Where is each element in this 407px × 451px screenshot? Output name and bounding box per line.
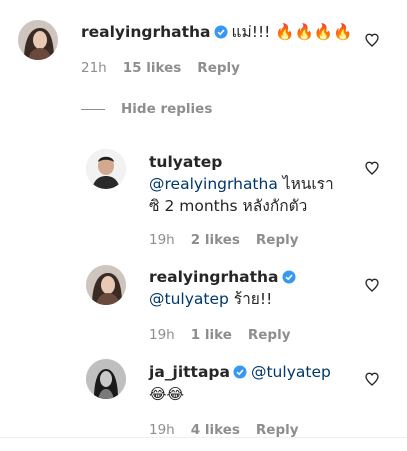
- reply-button[interactable]: Reply: [248, 327, 291, 343]
- reply-meta: 19h 1 like Reply: [149, 327, 307, 343]
- mention-link[interactable]: @tulyatep: [149, 290, 229, 308]
- comment-meta: 21h 15 likes Reply: [81, 60, 256, 76]
- reply-text-block: tulyatep @realyingrhatha ไหนเรา ซิ 2 mon…: [149, 151, 364, 217]
- reply-text-block: ja_jittapa @tulyatep 😂😂: [149, 361, 364, 405]
- likes-count[interactable]: 4 likes: [191, 422, 240, 438]
- comment-text: แม่!!! 🔥🔥🔥🔥: [231, 23, 353, 41]
- timestamp: 19h: [149, 327, 175, 343]
- username-link[interactable]: realyingrhatha: [81, 23, 211, 41]
- divider-line: [81, 108, 105, 110]
- hide-replies-button[interactable]: Hide replies: [81, 101, 212, 117]
- likes-count[interactable]: 2 likes: [191, 232, 240, 248]
- avatar-tulyatep[interactable]: [86, 149, 126, 189]
- mention-link[interactable]: @tulyatep: [251, 363, 331, 381]
- heart-outline-icon[interactable]: [364, 160, 380, 176]
- username-link[interactable]: realyingrhatha: [149, 268, 279, 286]
- mention-link[interactable]: @realyingrhatha: [149, 175, 278, 193]
- timestamp: 19h: [149, 232, 175, 248]
- likes-count[interactable]: 15 likes: [123, 60, 182, 76]
- reply-emoji: 😂😂: [149, 385, 185, 403]
- hide-replies-label[interactable]: Hide replies: [121, 101, 212, 117]
- reply-meta: 19h 4 likes Reply: [149, 422, 315, 438]
- bottom-divider: [0, 437, 407, 438]
- reply-text: ไหนเรา: [277, 175, 334, 193]
- reply-meta: 19h 2 likes Reply: [149, 232, 315, 248]
- reply-button[interactable]: Reply: [197, 60, 240, 76]
- avatar-realyingrhatha[interactable]: [86, 265, 126, 305]
- heart-outline-icon[interactable]: [364, 371, 380, 387]
- comment-text-block: realyingrhatha แม่!!! 🔥🔥🔥🔥: [81, 21, 371, 43]
- timestamp: 21h: [81, 60, 107, 76]
- reply-text-line2: ซิ 2 months หลังกักตัว: [149, 197, 308, 215]
- username-link[interactable]: tulyatep: [149, 153, 222, 171]
- avatar-ja-jittapa[interactable]: [86, 359, 126, 399]
- likes-count[interactable]: 1 like: [191, 327, 232, 343]
- heart-outline-icon[interactable]: [364, 32, 380, 48]
- reply-button[interactable]: Reply: [256, 422, 299, 438]
- reply-text: ร้าย!!: [228, 290, 273, 308]
- verified-badge-icon: [233, 365, 247, 379]
- username-link[interactable]: ja_jittapa: [149, 363, 230, 381]
- reply-button[interactable]: Reply: [256, 232, 299, 248]
- timestamp: 19h: [149, 422, 175, 438]
- heart-outline-icon[interactable]: [364, 277, 380, 293]
- avatar-realyingrhatha[interactable]: [18, 20, 58, 60]
- verified-badge-icon: [282, 270, 296, 284]
- reply-text-block: realyingrhatha @tulyatep ร้าย!!: [149, 266, 364, 310]
- verified-badge-icon: [214, 25, 228, 39]
